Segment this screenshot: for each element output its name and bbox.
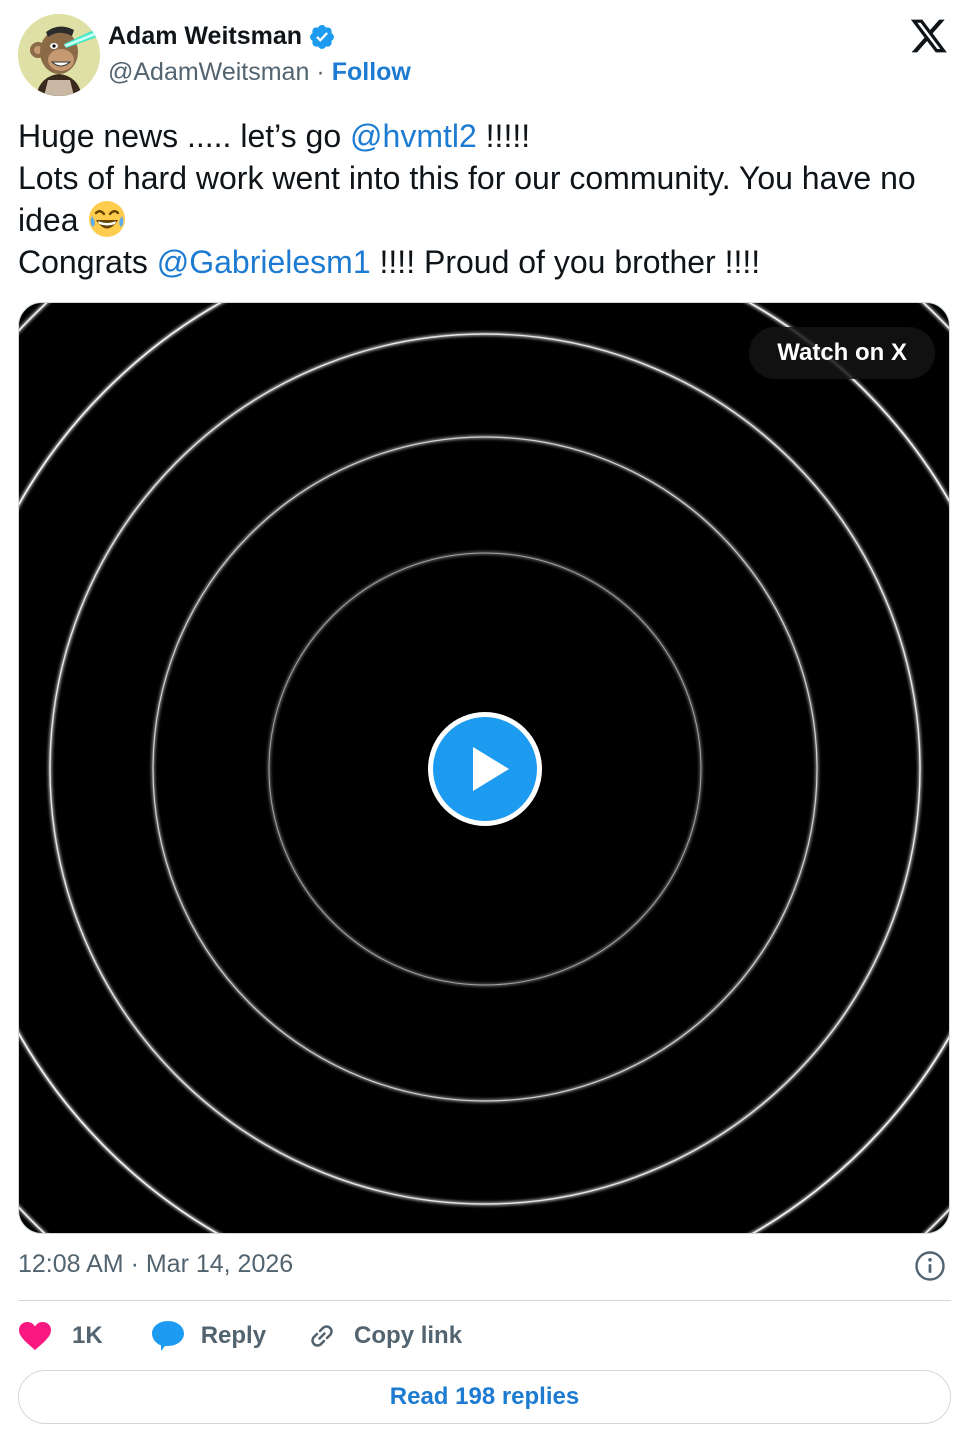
tweet-line-1: Huge news ..... let’s go @hvmtl2 !!!!! bbox=[18, 116, 953, 158]
tweet-text-segment: !!!!! bbox=[476, 118, 531, 154]
tweet-line-3: Congrats @Gabrielesm1 !!!! Proud of you … bbox=[18, 242, 953, 284]
mention-hvmtl2[interactable]: @hvmtl2 bbox=[350, 118, 477, 154]
link-icon bbox=[311, 1325, 333, 1347]
tweet-text: Huge news ..... let’s go @hvmtl2 !!!!! L… bbox=[18, 116, 953, 283]
tweet-timestamp[interactable]: 12:08 AM · Mar 14, 2026 bbox=[18, 1250, 293, 1279]
action-bar: 1K Reply Copy link bbox=[18, 1316, 462, 1356]
heart-icon bbox=[19, 1322, 51, 1350]
divider bbox=[18, 1300, 951, 1301]
avatar[interactable] bbox=[18, 14, 100, 96]
copy-link-label: Copy link bbox=[354, 1322, 463, 1349]
mention-gabrielesm1[interactable]: @Gabrielesm1 bbox=[157, 244, 371, 280]
separator-dot: · bbox=[316, 58, 325, 86]
tweet-text-segment: !!!! Proud of you brother !!!! bbox=[370, 243, 761, 280]
author-handle-row: @AdamWeitsman · Follow bbox=[108, 58, 411, 87]
follow-button[interactable]: Follow bbox=[332, 58, 411, 87]
verified-badge-icon bbox=[308, 23, 336, 51]
watch-on-x-button[interactable]: Watch on X bbox=[749, 327, 935, 379]
tweet-text-segment: Huge news ..... let’s go bbox=[18, 118, 351, 154]
ape-avatar-image bbox=[18, 14, 100, 96]
x-logo-icon[interactable] bbox=[909, 18, 949, 54]
copy-link-button[interactable]: Copy link bbox=[306, 1320, 462, 1352]
read-replies-button[interactable]: Read 198 replies bbox=[18, 1370, 951, 1424]
info-icon[interactable] bbox=[914, 1250, 946, 1282]
reply-bubble-icon bbox=[151, 1321, 184, 1351]
tweet-text-segment: Lots of hard work went into this for our… bbox=[18, 159, 916, 239]
video-media[interactable]: Watch on X bbox=[18, 302, 950, 1234]
reply-button[interactable]: Reply bbox=[151, 1320, 266, 1352]
laughing-emoji-icon bbox=[87, 199, 127, 239]
tweet-embed-card: Adam Weitsman @AdamWeitsman · Follow Hug… bbox=[0, 0, 970, 1446]
tweet-text-segment: Congrats bbox=[18, 243, 157, 280]
play-icon[interactable] bbox=[425, 709, 545, 829]
like-count: 1K bbox=[72, 1322, 103, 1349]
like-button[interactable]: 1K bbox=[18, 1321, 103, 1351]
author-name[interactable]: Adam Weitsman bbox=[108, 22, 302, 51]
tweet-line-2: Lots of hard work went into this for our… bbox=[18, 158, 953, 242]
author-name-row: Adam Weitsman bbox=[108, 22, 336, 51]
author-handle[interactable]: @AdamWeitsman bbox=[108, 58, 309, 87]
reply-label: Reply bbox=[200, 1322, 267, 1349]
